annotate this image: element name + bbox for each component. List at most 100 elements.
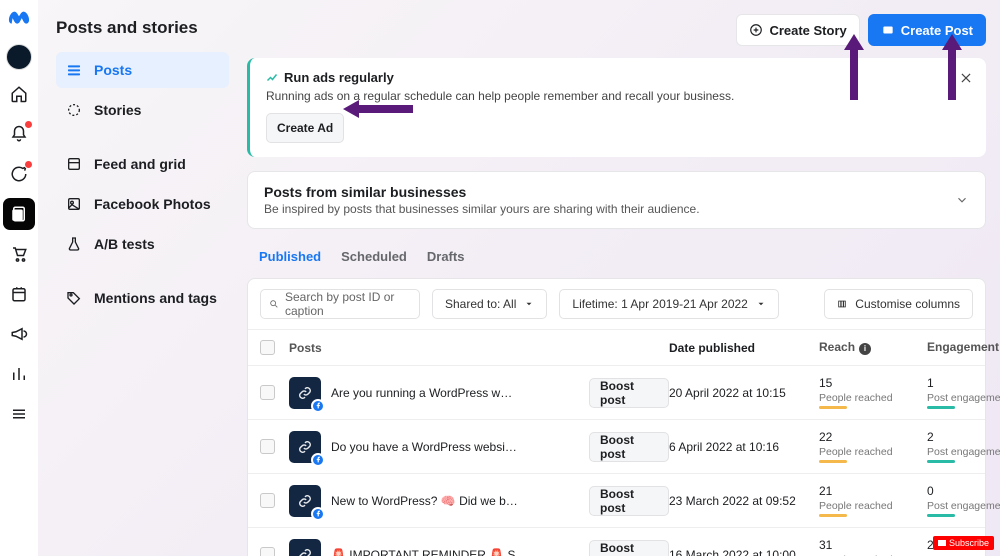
columns-icon xyxy=(837,299,847,309)
plus-circle-icon xyxy=(749,23,763,37)
annotation-arrow xyxy=(940,34,964,100)
engagement-metric: 2Post engagements xyxy=(927,430,1000,463)
similar-subtitle: Be inspired by posts that businesses sim… xyxy=(264,202,700,216)
rail-bell-icon[interactable] xyxy=(3,118,35,150)
button-label: Create Story xyxy=(769,23,846,38)
post-thumbnail xyxy=(289,485,321,517)
sidebar-item-feed[interactable]: Feed and grid xyxy=(56,146,229,182)
sidebar-item-label: Mentions and tags xyxy=(94,290,217,306)
row-checkbox[interactable] xyxy=(260,547,275,556)
subscribe-overlay[interactable]: Subscribe xyxy=(933,536,994,550)
sidebar: Posts and stories Posts Stories Feed and… xyxy=(38,0,243,556)
facebook-badge-icon xyxy=(311,399,325,413)
button-label: Customise columns xyxy=(855,297,960,311)
search-input[interactable]: Search by post ID or caption xyxy=(260,289,420,319)
sidebar-item-label: Feed and grid xyxy=(94,156,186,172)
nav-rail xyxy=(0,0,38,556)
avatar[interactable] xyxy=(6,44,32,70)
reach-metric: 15People reached xyxy=(819,376,927,409)
search-placeholder: Search by post ID or caption xyxy=(285,290,411,318)
similar-businesses-card[interactable]: Posts from similar businesses Be inspire… xyxy=(247,171,986,229)
row-checkbox[interactable] xyxy=(260,493,275,508)
tab-drafts[interactable]: Drafts xyxy=(427,245,465,268)
grid-icon xyxy=(66,156,82,172)
post-title: New to WordPress? 🧠 Did we b… xyxy=(331,494,589,508)
post-date: 6 April 2022 at 10:16 xyxy=(669,440,819,454)
sidebar-item-abtests[interactable]: A/B tests xyxy=(56,226,229,262)
post-title: Are you running a WordPress w… xyxy=(331,386,589,400)
rail-home-icon[interactable] xyxy=(3,78,35,110)
post-date: 20 April 2022 at 10:15 xyxy=(669,386,819,400)
annotation-arrow xyxy=(343,98,413,120)
create-post-button[interactable]: Create Post xyxy=(868,14,986,46)
rail-inbox-icon[interactable] xyxy=(3,158,35,190)
shared-to-label: Shared to: All xyxy=(445,297,516,311)
tag-icon xyxy=(66,290,82,306)
rail-insights-icon[interactable] xyxy=(3,358,35,390)
reach-metric: 21People reached xyxy=(819,484,927,517)
sidebar-item-mentions[interactable]: Mentions and tags xyxy=(56,280,229,316)
annotation-arrow xyxy=(842,34,866,100)
caret-down-icon xyxy=(524,299,534,309)
sidebar-item-posts[interactable]: Posts xyxy=(56,52,229,88)
shared-to-filter[interactable]: Shared to: All xyxy=(432,289,547,319)
search-icon xyxy=(269,298,279,310)
table-row[interactable]: New to WordPress? 🧠 Did we b…Boost post2… xyxy=(248,474,985,528)
boost-post-button[interactable]: Boost post xyxy=(589,432,669,462)
facebook-badge-icon xyxy=(311,453,325,467)
stories-icon xyxy=(66,102,82,118)
main: Create Story Create Post Run ads regular… xyxy=(243,0,1000,556)
tab-scheduled[interactable]: Scheduled xyxy=(341,245,407,268)
flask-icon xyxy=(66,236,82,252)
similar-title: Posts from similar businesses xyxy=(264,184,700,200)
boost-post-button[interactable]: Boost post xyxy=(589,378,669,408)
button-label: Create Ad xyxy=(277,121,333,135)
rail-calendar-icon[interactable] xyxy=(3,278,35,310)
caret-down-icon xyxy=(756,299,766,309)
info-icon: i xyxy=(859,343,871,355)
sidebar-item-label: A/B tests xyxy=(94,236,155,252)
posts-table: Search by post ID or caption Shared to: … xyxy=(247,278,986,556)
reach-metric: 22People reached xyxy=(819,430,927,463)
boost-post-button[interactable]: Boost post xyxy=(589,540,669,556)
lifetime-filter[interactable]: Lifetime: 1 Apr 2019-21 Apr 2022 xyxy=(559,289,778,319)
table-header: Posts Date published Reachi Engagementi … xyxy=(248,330,985,366)
table-row[interactable]: Are you running a WordPress w…Boost post… xyxy=(248,366,985,420)
select-all-checkbox[interactable] xyxy=(260,340,275,355)
rail-menu-icon[interactable] xyxy=(3,398,35,430)
engagement-metric: 1Post engagements xyxy=(927,376,1000,409)
row-checkbox[interactable] xyxy=(260,439,275,454)
list-icon xyxy=(66,62,82,78)
customise-columns-button[interactable]: Customise columns xyxy=(824,289,973,319)
page-title: Posts and stories xyxy=(56,18,229,38)
col-header-date: Date published xyxy=(669,341,819,355)
post-thumbnail xyxy=(289,377,321,409)
meta-logo-icon xyxy=(8,8,30,30)
tab-published[interactable]: Published xyxy=(259,245,321,268)
lifetime-label: Lifetime: 1 Apr 2019-21 Apr 2022 xyxy=(572,297,747,311)
photo-icon xyxy=(66,196,82,212)
rail-cart-icon[interactable] xyxy=(3,238,35,270)
col-header-reach: Reachi xyxy=(819,340,927,355)
create-ad-button[interactable]: Create Ad xyxy=(266,113,344,143)
post-title: 🚨 IMPORTANT REMINDER 🚨 S… xyxy=(331,548,589,556)
table-row[interactable]: 🚨 IMPORTANT REMINDER 🚨 S…Boost post16 Ma… xyxy=(248,528,985,556)
row-checkbox[interactable] xyxy=(260,385,275,400)
sidebar-item-stories[interactable]: Stories xyxy=(56,92,229,128)
trend-icon xyxy=(266,72,278,84)
subscribe-label: Subscribe xyxy=(949,538,989,548)
sidebar-item-label: Facebook Photos xyxy=(94,196,211,212)
sidebar-item-label: Posts xyxy=(94,62,132,78)
filter-row: Search by post ID or caption Shared to: … xyxy=(248,279,985,330)
post-date: 16 March 2022 at 10:00 xyxy=(669,548,819,556)
table-row[interactable]: Do you have a WordPress websi…Boost post… xyxy=(248,420,985,474)
facebook-badge-icon xyxy=(311,507,325,521)
col-header-engagement: Engagementi xyxy=(927,340,1000,355)
post-date: 23 March 2022 at 09:52 xyxy=(669,494,819,508)
boost-post-button[interactable]: Boost post xyxy=(589,486,669,516)
rail-posts-icon[interactable] xyxy=(3,198,35,230)
sidebar-item-photos[interactable]: Facebook Photos xyxy=(56,186,229,222)
rail-megaphone-icon[interactable] xyxy=(3,318,35,350)
post-title: Do you have a WordPress websi… xyxy=(331,440,589,454)
top-bar: Create Story Create Post xyxy=(247,14,986,46)
